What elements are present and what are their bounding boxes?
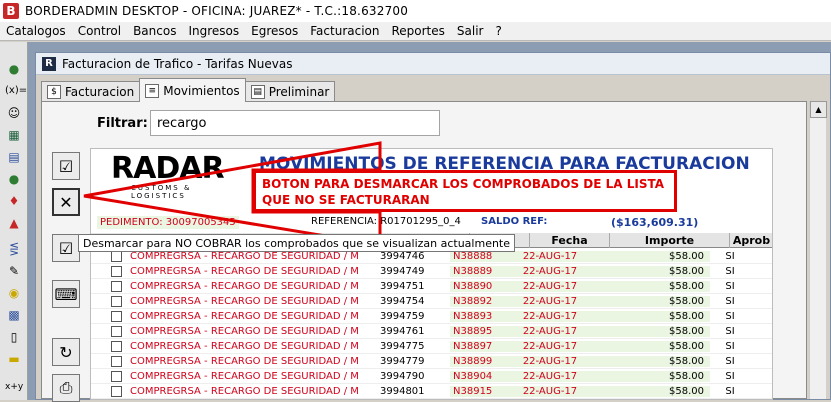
tooltip: Desmarcar para NO COBRAR los comprobados… <box>78 234 516 252</box>
annotation-callout: BOTON PARA DESMARCAR LOS COMPROBADOS DE … <box>253 170 677 212</box>
